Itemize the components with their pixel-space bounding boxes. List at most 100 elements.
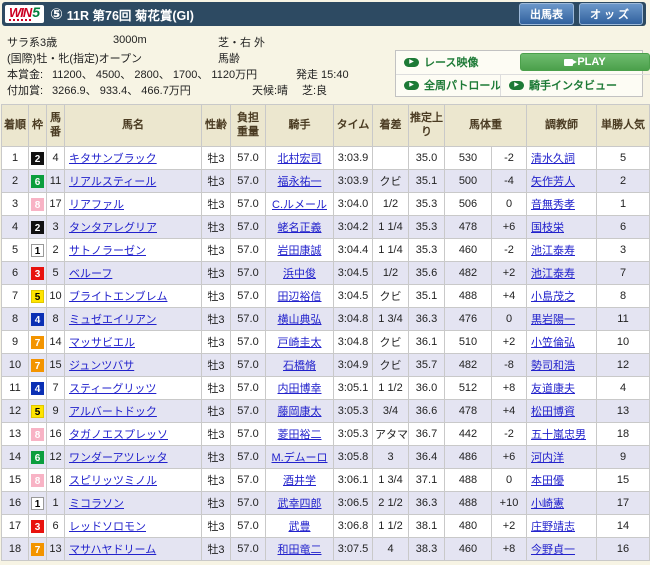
play-cell: PLAY <box>500 51 650 74</box>
frame-cell: 1 <box>28 238 47 262</box>
jockey-link[interactable]: 武豊 <box>289 521 311 533</box>
load-weight-cell: 57.0 <box>230 284 266 308</box>
frame-badge: 6 <box>31 174 44 188</box>
trainer-link[interactable]: 国枝栄 <box>531 222 564 234</box>
jockey-link[interactable]: 田辺裕信 <box>278 291 322 303</box>
jockey-cell: 田辺裕信 <box>265 284 334 308</box>
trainer-cell: 五十嵐忠男 <box>526 422 597 446</box>
horse-name-link[interactable]: リアルスティール <box>69 176 156 188</box>
trainer-link[interactable]: 五十嵐忠男 <box>531 429 586 441</box>
frame-cell: 8 <box>28 192 47 216</box>
sex-age-cell: 牡3 <box>201 445 231 469</box>
patrol-video-link[interactable]: ▶ 全周パトロール <box>404 77 501 93</box>
horse-name-link[interactable]: マサハヤドリーム <box>69 544 156 556</box>
trainer-link[interactable]: 音無秀孝 <box>531 199 575 211</box>
horse-number-cell: 1 <box>46 491 65 515</box>
horse-name-link[interactable]: ブライトエンブレム <box>69 291 167 303</box>
table-row: 18 7 13 マサハヤドリーム 牡3 57.0 和田竜二 3:07.5 4 3… <box>1 537 650 561</box>
jockey-link[interactable]: 横山典弘 <box>278 314 322 326</box>
jockey-link[interactable]: 岩田康誠 <box>278 245 322 257</box>
jockey-interview-link[interactable]: ▶ 騎手インタビュー <box>509 77 617 93</box>
horse-number-cell: 12 <box>46 445 65 469</box>
trainer-link[interactable]: 黒岩陽一 <box>531 314 575 326</box>
jockey-link[interactable]: 菱田裕二 <box>278 429 322 441</box>
trainer-link[interactable]: 友道康夫 <box>531 383 575 395</box>
jockey-link[interactable]: 北村宏司 <box>278 153 322 165</box>
horse-name-link[interactable]: ミコラソン <box>69 498 124 510</box>
trainer-link[interactable]: 矢作芳人 <box>531 176 575 188</box>
horse-name-link[interactable]: レッドソロモン <box>69 521 146 533</box>
horse-weight-cell: 488 <box>444 284 492 308</box>
jockey-link[interactable]: 藤岡康太 <box>278 406 322 418</box>
time-cell: 3:05.3 <box>333 422 373 446</box>
horse-name-link[interactable]: タガノエスプレッソ <box>69 429 168 441</box>
trainer-link[interactable]: 勢司和浩 <box>531 360 575 372</box>
horse-name-link[interactable]: タンタアレグリア <box>69 222 157 234</box>
jockey-link[interactable]: 浜中俊 <box>283 268 316 280</box>
col-frame: 枠 <box>28 104 47 147</box>
horse-name-link[interactable]: スピリッツミノル <box>69 475 157 487</box>
jockey-link[interactable]: C.ルメール <box>272 199 327 211</box>
interview-cell: ▶ 騎手インタビュー <box>500 73 650 96</box>
horse-weight-cell: 476 <box>444 307 492 331</box>
frame-badge: 4 <box>31 312 44 326</box>
jockey-link[interactable]: 武幸四郎 <box>278 498 322 510</box>
rank-cell: 7 <box>1 284 29 308</box>
jockey-link[interactable]: 和田竜二 <box>278 544 322 556</box>
horse-weight-cell: 486 <box>444 445 492 469</box>
weight-diff-cell: 0 <box>491 468 527 492</box>
trainer-link[interactable]: 河内洋 <box>531 452 564 464</box>
trainer-link[interactable]: 庄野靖志 <box>531 521 575 533</box>
jockey-link[interactable]: 戸崎圭太 <box>278 337 322 349</box>
margin-cell: 4 <box>372 537 409 561</box>
trainer-link[interactable]: 池江泰寿 <box>531 268 575 280</box>
entries-button[interactable]: 出馬表 <box>519 3 574 25</box>
horse-name-link[interactable]: ベルーフ <box>69 268 112 280</box>
weight-diff-cell: 0 <box>491 192 527 216</box>
jockey-link[interactable]: 石橋脩 <box>283 360 316 372</box>
trainer-link[interactable]: 清水久詞 <box>531 153 575 165</box>
jockey-link[interactable]: 蛯名正義 <box>278 222 322 234</box>
trainer-link[interactable]: 小崎憲 <box>531 498 564 510</box>
green-arrow-icon: ▶ <box>509 80 524 90</box>
margin-cell: クビ <box>372 284 409 308</box>
jockey-link[interactable]: 内田博幸 <box>278 383 322 395</box>
race-video-link[interactable]: ▶ レース映像 <box>404 54 478 70</box>
horse-name-link[interactable]: サトノラーゼン <box>69 245 146 257</box>
rank-cell: 4 <box>1 215 29 239</box>
trainer-link[interactable]: 小笠倫弘 <box>531 337 575 349</box>
added-prize-label: 付加賞: <box>7 85 44 97</box>
trainer-link[interactable]: 池江泰寿 <box>531 245 575 257</box>
trainer-link[interactable]: 小島茂之 <box>531 291 575 303</box>
horse-name-link[interactable]: マッサビエル <box>69 337 135 349</box>
trainer-link[interactable]: 本田優 <box>531 475 564 487</box>
weight-diff-cell: 0 <box>491 307 527 331</box>
rank-cell: 8 <box>1 307 29 331</box>
frame-badge: 1 <box>31 243 44 257</box>
jockey-link[interactable]: 福永祐一 <box>278 176 322 188</box>
jockey-link[interactable]: M.デムーロ <box>272 452 328 464</box>
horse-name-link[interactable]: アルバートドック <box>69 406 157 418</box>
horse-name-link[interactable]: ミュゼエイリアン <box>69 314 157 326</box>
horse-name-cell: マッサビエル <box>64 330 202 354</box>
horse-name-link[interactable]: ジュンツバサ <box>69 360 134 372</box>
trainer-link[interactable]: 松田博資 <box>531 406 575 418</box>
horse-name-link[interactable]: リアファル <box>69 199 124 211</box>
last3f-cell: 38.1 <box>408 514 445 538</box>
horse-name-link[interactable]: ワンダーアツレッタ <box>69 452 168 464</box>
margin-cell: クビ <box>372 330 409 354</box>
odds-button[interactable]: オッズ <box>579 3 643 25</box>
jockey-cell: 横山典弘 <box>265 307 334 331</box>
table-row: 7 5 10 ブライトエンブレム 牡3 57.0 田辺裕信 3:04.5 クビ … <box>1 284 650 308</box>
time-cell: 3:04.5 <box>333 284 373 308</box>
trainer-link[interactable]: 今野貞一 <box>531 544 575 556</box>
col-last3f: 推定上り <box>408 104 445 147</box>
horse-name-link[interactable]: キタサンブラック <box>69 153 157 165</box>
jockey-cell: 内田博幸 <box>265 376 334 400</box>
play-button[interactable]: PLAY <box>520 53 650 72</box>
time-cell: 3:03.9 <box>333 169 373 193</box>
jockey-link[interactable]: 酒井学 <box>283 475 316 487</box>
horse-name-link[interactable]: スティーグリッツ <box>69 383 156 395</box>
popularity-cell: 1 <box>596 192 650 216</box>
load-weight-cell: 57.0 <box>230 215 266 239</box>
